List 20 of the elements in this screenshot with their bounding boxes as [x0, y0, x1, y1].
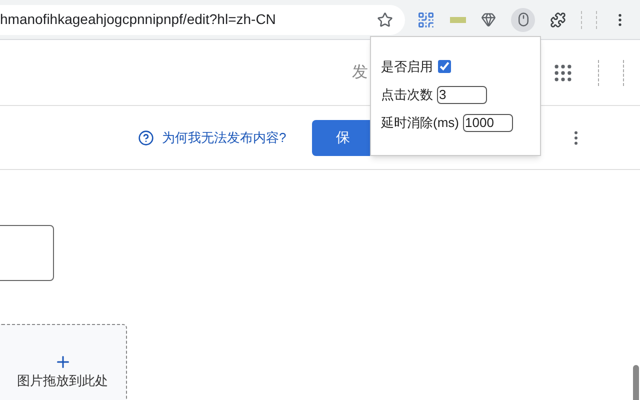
url-text: hmanofihkageahjogcpnnipnpf/edit?hl=zh-CN — [0, 10, 276, 29]
mouse-icon — [516, 12, 530, 27]
setting-input[interactable]: 3 — [437, 86, 487, 104]
dropzone-hint: 图片拖放到此处 — [17, 372, 108, 390]
image-dropzone[interactable]: 图片拖放到此处 — [0, 324, 127, 400]
text-field[interactable] — [0, 225, 54, 281]
help-icon — [138, 130, 154, 146]
scrollbar[interactable] — [633, 365, 639, 400]
help-link[interactable]: 为何我无法发布内容? — [138, 128, 286, 148]
setting-label: 是否启用 — [381, 58, 433, 76]
setting-input[interactable]: 1000 — [463, 114, 513, 132]
extensions-icon[interactable] — [550, 12, 566, 28]
setting-label: 点击次数 — [381, 86, 433, 104]
diamond-icon[interactable] — [481, 12, 496, 27]
address-bar[interactable]: hmanofihkageahjogcpnnipnpf/edit?hl=zh-CN — [0, 4, 405, 34]
extension-button[interactable] — [511, 8, 535, 32]
enable-checkbox[interactable] — [438, 60, 451, 73]
qr-code-icon[interactable] — [417, 10, 435, 28]
header-text: 发 — [352, 62, 368, 82]
bookmark-star-icon[interactable] — [377, 12, 393, 28]
